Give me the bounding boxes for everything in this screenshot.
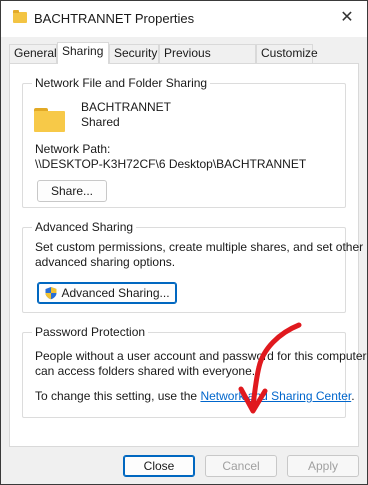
shield-icon — [45, 287, 57, 300]
advanced-description-line1: Set custom permissions, create multiple … — [35, 240, 364, 254]
advanced-description-line2: advanced sharing options. — [35, 255, 176, 269]
group-title: Advanced Sharing — [32, 220, 137, 234]
password-description-line1: People without a user account and passwo… — [35, 349, 367, 363]
password-protection-group: Password Protection People without a use… — [22, 325, 367, 418]
change-setting-prefix: To change this setting, use the — [35, 389, 201, 403]
change-setting-suffix: . — [351, 389, 355, 403]
change-setting-text: To change this setting, use the Network … — [35, 389, 355, 403]
network-sharing-group: Network File and Folder Sharing BACHTRAN… — [22, 76, 346, 208]
folder-icon — [34, 108, 65, 132]
window-title: BACHTRANNET Properties — [34, 11, 195, 26]
cancel-button[interactable]: Cancel — [205, 455, 277, 477]
share-button[interactable]: Share... — [37, 180, 107, 202]
tab-sharing[interactable]: Sharing — [57, 42, 109, 64]
advanced-sharing-label: Advanced Sharing... — [61, 286, 170, 300]
folder-name: BACHTRANNET — [81, 100, 172, 114]
group-title: Password Protection — [32, 325, 149, 339]
network-path-value: \\DESKTOP-K3H72CF\6 Desktop\BACHTRANNET — [35, 157, 307, 171]
folder-icon — [13, 10, 27, 23]
close-button[interactable]: Close — [123, 455, 195, 477]
share-status: Shared — [81, 115, 120, 129]
tab-general[interactable]: General — [9, 44, 57, 63]
title-bar[interactable]: BACHTRANNET Properties ✕ — [1, 1, 367, 37]
network-path-label: Network Path: — [35, 142, 111, 156]
apply-button[interactable]: Apply — [287, 455, 359, 477]
tab-security[interactable]: Security — [109, 44, 159, 63]
advanced-sharing-group: Advanced Sharing Set custom permissions,… — [22, 220, 363, 313]
advanced-sharing-button[interactable]: Advanced Sharing... — [37, 282, 177, 304]
group-title: Network File and Folder Sharing — [32, 76, 211, 90]
password-description-line2: can access folders shared with everyone. — [35, 364, 256, 378]
tab-customize[interactable]: Customize — [256, 44, 318, 63]
properties-window: BACHTRANNET Properties ✕ General Sharing… — [0, 0, 368, 485]
tab-previous-versions[interactable]: Previous Versions — [159, 44, 256, 77]
sharing-panel: Network File and Folder Sharing BACHTRAN… — [9, 63, 367, 447]
close-icon[interactable]: ✕ — [338, 9, 356, 27]
network-sharing-center-link[interactable]: Network and Sharing Center — [200, 389, 351, 403]
